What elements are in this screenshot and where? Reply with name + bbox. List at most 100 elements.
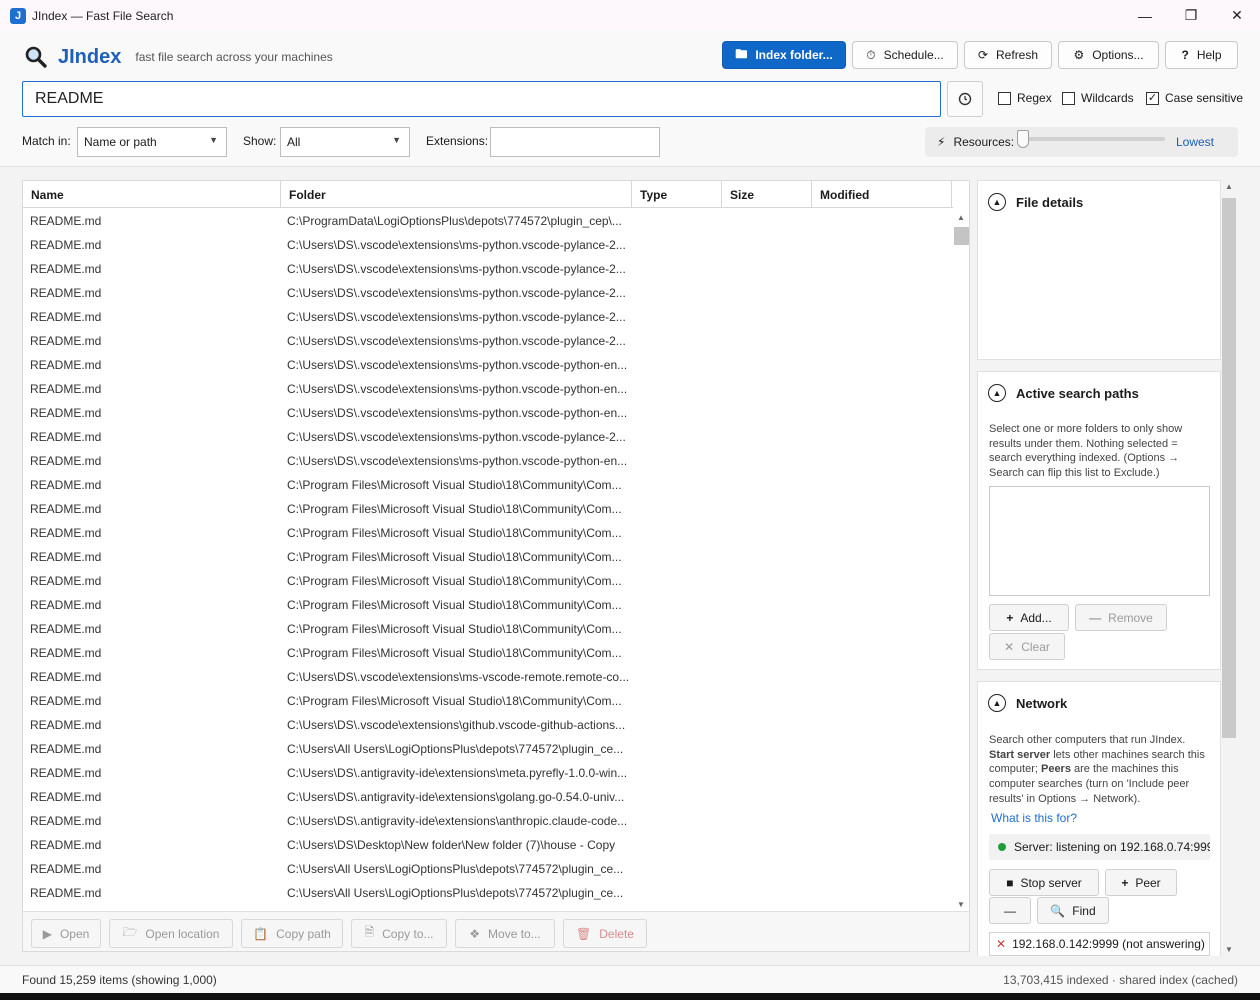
extensions-input[interactable]: [490, 127, 660, 157]
table-row[interactable]: README.md C:\Program Files\Microsoft Visu…: [23, 617, 953, 641]
scroll-thumb[interactable]: [954, 227, 969, 245]
column-header-name[interactable]: Name: [23, 181, 281, 208]
table-row[interactable]: README.md C:\Users\DS\.antigravity-ide\ex…: [23, 761, 953, 785]
table-row[interactable]: README.md C:\Users\All Users\LogiOptionsP…: [23, 737, 953, 761]
cell-folder: C:\Program Files\Microsoft Visual Studio…: [287, 694, 622, 708]
table-row[interactable]: README.md C:\Users\DS\.vscode\extensions\…: [23, 377, 953, 401]
network-header[interactable]: ▲ Network: [988, 694, 1067, 712]
column-header-folder[interactable]: Folder: [281, 181, 632, 208]
chevron-up-icon[interactable]: ▲: [988, 193, 1006, 211]
table-row[interactable]: README.md C:\Users\DS\Desktop\New folder\…: [23, 833, 953, 857]
help-button[interactable]: ? Help: [1165, 41, 1238, 69]
table-row[interactable]: README.md C:\Program Files\Microsoft Visu…: [23, 569, 953, 593]
regex-checkbox[interactable]: Regex: [998, 91, 1052, 105]
delete-button[interactable]: 🗑 Delete: [563, 919, 647, 948]
wildcards-checkbox-box[interactable]: [1062, 91, 1075, 105]
remove-path-button[interactable]: — Remove: [1075, 604, 1167, 631]
wildcards-checkbox[interactable]: Wildcards: [1062, 91, 1134, 105]
move-to-button[interactable]: ❖ Move to...: [455, 919, 555, 948]
index-status: 13,703,415 indexed · shared index (cache…: [1003, 973, 1238, 987]
table-row[interactable]: README.md C:\Users\DS\.vscode\extensions\…: [23, 713, 953, 737]
header: JIndex fast file search across your mach…: [0, 31, 1260, 167]
table-row[interactable]: README.md C:\Users\DS\.vscode\extensions\…: [23, 233, 953, 257]
search-paths-list[interactable]: [989, 486, 1210, 596]
table-row[interactable]: README.md C:\Users\DS\.vscode\extensions\…: [23, 329, 953, 353]
table-row[interactable]: README.md C:\ProgramData\LogiOptionsPlus\…: [23, 209, 953, 233]
side-panel-scrollbar[interactable]: ▲ ▼: [1221, 180, 1237, 956]
find-peers-button[interactable]: 🔍 Find: [1037, 897, 1109, 924]
table-row[interactable]: README.md C:\Users\All Users\LogiOptionsP…: [23, 881, 953, 905]
copy-to-button[interactable]: 🗎 Copy to...: [351, 919, 447, 948]
cell-folder: C:\Program Files\Microsoft Visual Studio…: [287, 478, 622, 492]
cell-name: README.md: [30, 742, 102, 756]
table-row[interactable]: README.md C:\Program Files\Microsoft Visu…: [23, 497, 953, 521]
peer-list-item[interactable]: ✕ 192.168.0.142:9999 (not answering): [989, 932, 1210, 956]
what-is-this-link[interactable]: What is this for?: [991, 811, 1077, 825]
table-row[interactable]: README.md C:\Users\All Users\LogiOptionsP…: [23, 857, 953, 881]
regex-label: Regex: [1017, 91, 1052, 105]
clear-paths-button[interactable]: ✕ Clear: [989, 633, 1065, 660]
cell-folder: C:\Users\DS\.vscode\extensions\ms-python…: [287, 382, 628, 396]
table-row[interactable]: README.md C:\Program Files\Microsoft Visu…: [23, 593, 953, 617]
close-icon[interactable]: ✕: [1214, 0, 1260, 31]
refresh-button[interactable]: ⟳ Refresh: [964, 41, 1052, 69]
table-row[interactable]: README.md C:\Users\DS\.antigravity-ide\ex…: [23, 809, 953, 833]
search-input[interactable]: README: [22, 81, 941, 117]
open-location-button[interactable]: 🗁 Open location: [109, 919, 233, 948]
search-paths-header[interactable]: ▲ Active search paths: [988, 384, 1139, 402]
table-row[interactable]: README.md C:\Users\DS\.vscode\extensions\…: [23, 401, 953, 425]
regex-checkbox-box[interactable]: [998, 91, 1011, 105]
search-history-button[interactable]: [947, 81, 983, 117]
cell-name: README.md: [30, 214, 102, 228]
table-row[interactable]: README.md C:\Users\DS\.vscode\extensions\…: [23, 257, 953, 281]
cell-name: README.md: [30, 646, 102, 660]
column-header-size[interactable]: Size: [722, 181, 812, 208]
peers-term: Peers: [1040, 763, 1071, 776]
side-scroll-thumb[interactable]: [1222, 198, 1236, 738]
show-select[interactable]: All ▼: [280, 127, 410, 157]
table-row[interactable]: README.md C:\Users\DS\.vscode\extensions\…: [23, 665, 953, 689]
minimize-icon[interactable]: —: [1122, 0, 1168, 31]
table-row[interactable]: README.md C:\Users\DS\.vscode\extensions\…: [23, 425, 953, 449]
results-scrollbar[interactable]: ▲ ▼: [954, 209, 969, 911]
table-row[interactable]: README.md C:\Users\DS\.vscode\extensions\…: [23, 353, 953, 377]
case-sensitive-checkbox-box[interactable]: ✓: [1146, 91, 1159, 105]
table-row[interactable]: README.md C:\Users\DS\.vscode\extensions\…: [23, 281, 953, 305]
add-path-button[interactable]: + Add...: [989, 604, 1069, 631]
remove-peer-button[interactable]: —: [989, 897, 1031, 924]
scroll-up-icon[interactable]: ▲: [1225, 182, 1233, 191]
lightning-icon: ⚡: [937, 135, 946, 149]
table-row[interactable]: README.md C:\Program Files\Microsoft Visu…: [23, 641, 953, 665]
schedule-button[interactable]: ⏱ Schedule...: [852, 41, 958, 69]
match-in-select[interactable]: Name or path ▼: [77, 127, 227, 157]
index-folder-button[interactable]: 🖿 Index folder...: [722, 41, 846, 69]
copy-path-button[interactable]: 📋 Copy path: [241, 919, 343, 948]
add-peer-button[interactable]: + Peer: [1105, 869, 1177, 896]
open-button[interactable]: ▶ Open: [31, 919, 101, 948]
copy-to-label: Copy to...: [382, 926, 434, 941]
restore-icon[interactable]: ❐: [1168, 0, 1214, 31]
table-row[interactable]: README.md C:\Users\DS\.vscode\extensions\…: [23, 449, 953, 473]
table-row[interactable]: README.md C:\Program Files\Microsoft Visu…: [23, 545, 953, 569]
table-row[interactable]: README.md C:\Users\DS\.vscode\extensions\…: [23, 305, 953, 329]
case-sensitive-checkbox[interactable]: ✓ Case sensitive: [1146, 91, 1243, 105]
resources-slider-track[interactable]: [1020, 137, 1165, 141]
column-header-type[interactable]: Type: [632, 181, 722, 208]
cell-folder: C:\Users\DS\.antigravity-ide\extensions\…: [287, 766, 628, 780]
table-row[interactable]: README.md C:\Program Files\Microsoft Visu…: [23, 473, 953, 497]
main-content: JIndex fast file search across your mach…: [0, 31, 1260, 965]
scroll-down-icon[interactable]: ▼: [957, 900, 965, 909]
chevron-up-icon[interactable]: ▲: [988, 384, 1006, 402]
table-row[interactable]: README.md C:\Program Files\Microsoft Visu…: [23, 689, 953, 713]
table-row[interactable]: README.md C:\Program Files\Microsoft Visu…: [23, 521, 953, 545]
scroll-down-icon[interactable]: ▼: [1225, 945, 1233, 954]
file-details-header[interactable]: ▲ File details: [988, 193, 1083, 211]
resources-slider-thumb[interactable]: [1017, 130, 1029, 148]
column-header-modified[interactable]: Modified: [812, 181, 952, 208]
scroll-up-icon[interactable]: ▲: [957, 213, 965, 222]
chevron-up-icon[interactable]: ▲: [988, 694, 1006, 712]
options-button[interactable]: ⚙ Options...: [1058, 41, 1159, 69]
stop-server-button[interactable]: ■ Stop server: [989, 869, 1099, 896]
cell-name: README.md: [30, 334, 102, 348]
table-row[interactable]: README.md C:\Users\DS\.antigravity-ide\ex…: [23, 785, 953, 809]
